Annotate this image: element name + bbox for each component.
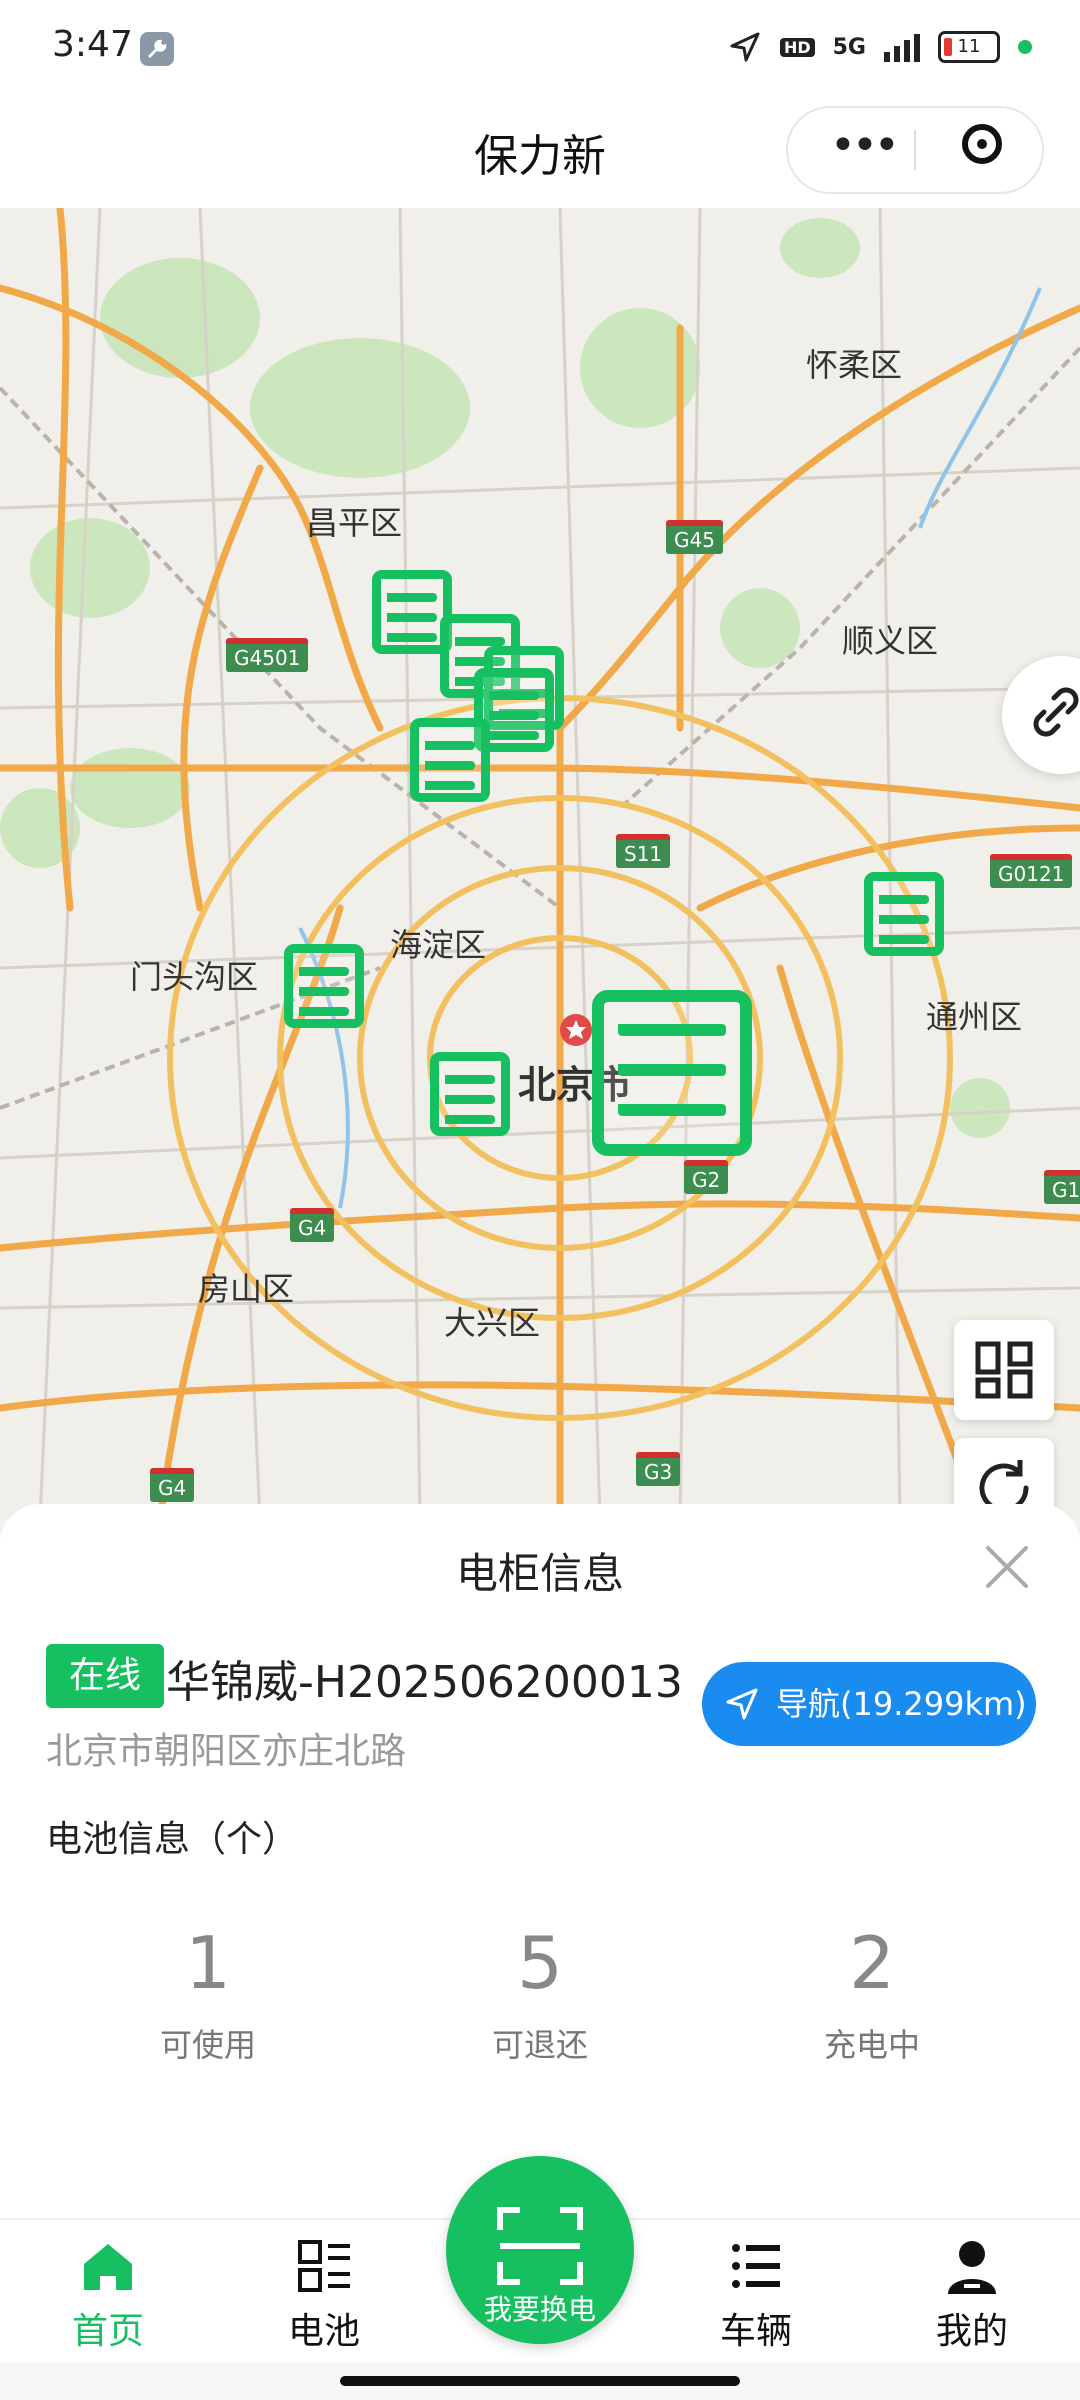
panel-title: 电柜信息 — [455, 1549, 624, 1598]
cabinet-icon[interactable] — [430, 1052, 510, 1136]
cabinet-icon-selected[interactable] — [592, 990, 752, 1156]
hd-icon: HD — [779, 37, 815, 57]
stat-charging: 2 充电中 — [772, 1918, 972, 2066]
title-bar: 保力新 ••• — [0, 100, 1080, 208]
tab-label: 车辆 — [719, 2311, 792, 2352]
home-icon — [28, 2236, 188, 2296]
tab-mine[interactable]: 我的 — [892, 2236, 1052, 2354]
highway-shield: G4 — [150, 1468, 195, 1502]
close-icon[interactable] — [984, 1544, 1030, 1590]
capsule-divider — [914, 130, 916, 170]
user-icon — [892, 2236, 1052, 2296]
cabinet-icon[interactable] — [410, 718, 490, 802]
tab-vehicle[interactable]: 车辆 — [676, 2236, 836, 2354]
swap-battery-button[interactable]: 我要换电 — [446, 2156, 634, 2344]
stat-value: 5 — [517, 1921, 563, 2005]
stat-label: 可退还 — [491, 2026, 588, 2064]
highway-shield: G0121 — [990, 854, 1073, 888]
stat-label: 可使用 — [159, 2026, 256, 2064]
status-bar: 3:47 HD 5G 11 — [0, 0, 1080, 100]
map-view[interactable]: 怀柔区 昌平区 顺义区 海淀区 门头沟区 通州区 北京市 房山区 大兴区 G45… — [0, 208, 1080, 1520]
highway-shield: G45 — [666, 520, 723, 554]
green-dot-icon — [1018, 40, 1032, 54]
status-icons: HD 5G 11 — [728, 30, 1032, 64]
home-indicator — [0, 2362, 1080, 2400]
grid-icon[interactable] — [954, 1320, 1054, 1420]
wrench-icon — [140, 32, 174, 66]
battery-info-title: 电池信息（个） — [46, 1819, 299, 1860]
highway-shield: G1 — [1044, 1170, 1080, 1204]
highway-shield: G4 — [290, 1208, 335, 1242]
cabinet-name: 华锦威-H202506200013 — [166, 1657, 683, 1708]
status-badge: 在线 — [46, 1644, 164, 1708]
network-label: 5G — [832, 34, 866, 60]
map-label-daxing: 大兴区 — [444, 1304, 541, 1342]
map-label-tongzhou: 通州区 — [926, 998, 1023, 1036]
tab-home[interactable]: 首页 — [28, 2236, 188, 2354]
highway-shield: G4501 — [226, 638, 309, 672]
tab-battery[interactable]: 电池 — [244, 2236, 404, 2354]
highway-shield: G2 — [684, 1160, 729, 1194]
capsule-menu: ••• — [786, 106, 1044, 194]
signal-icon — [884, 32, 920, 62]
map-label-shunyi: 顺义区 — [842, 622, 939, 660]
stat-value: 1 — [185, 1921, 231, 2005]
map-label-changping: 昌平区 — [306, 504, 403, 542]
highway-shield: G3 — [636, 1452, 681, 1486]
list-icon — [676, 2236, 836, 2296]
highway-shield: S11 — [616, 834, 671, 868]
more-icon[interactable]: ••• — [830, 124, 900, 168]
scan-icon — [497, 2207, 583, 2285]
tab-label: 首页 — [71, 2311, 144, 2352]
tab-label: 我的 — [935, 2311, 1008, 2352]
cabinet-address: 北京市朝阳区亦庄北路 — [46, 1731, 407, 1772]
stat-returnable: 5 可退还 — [440, 1918, 640, 2066]
stat-label: 充电中 — [823, 2026, 920, 2064]
stat-available: 1 可使用 — [108, 1918, 308, 2066]
cabinet-icon[interactable] — [864, 872, 944, 956]
battery-icon: 11 — [938, 31, 1000, 63]
navigation-arrow-icon — [726, 1688, 758, 1720]
map-label-fangshan: 房山区 — [198, 1270, 295, 1308]
location-arrow-icon — [730, 32, 760, 62]
swap-battery-label: 我要换电 — [483, 2293, 596, 2326]
target-icon[interactable] — [962, 124, 1002, 164]
map-label-huairou: 怀柔区 — [806, 346, 903, 384]
map-label-haidian: 海淀区 — [390, 926, 487, 964]
tab-label: 电池 — [287, 2311, 360, 2352]
battery-list-icon — [244, 2236, 404, 2296]
map-label-mentougou: 门头沟区 — [130, 958, 259, 996]
navigate-button[interactable]: 导航(19.299km) — [702, 1662, 1036, 1746]
status-time: 3:47 — [52, 24, 133, 65]
link-icon[interactable] — [1002, 656, 1080, 774]
stat-value: 2 — [849, 1921, 895, 2005]
cabinet-icon[interactable] — [284, 944, 364, 1028]
navigate-label: 导航(19.299km) — [776, 1685, 1027, 1723]
cabinet-info-panel: 电柜信息 在线 华锦威-H202506200013 北京市朝阳区亦庄北路 导航(… — [0, 1504, 1080, 2220]
battery-level: 11 — [957, 36, 981, 57]
